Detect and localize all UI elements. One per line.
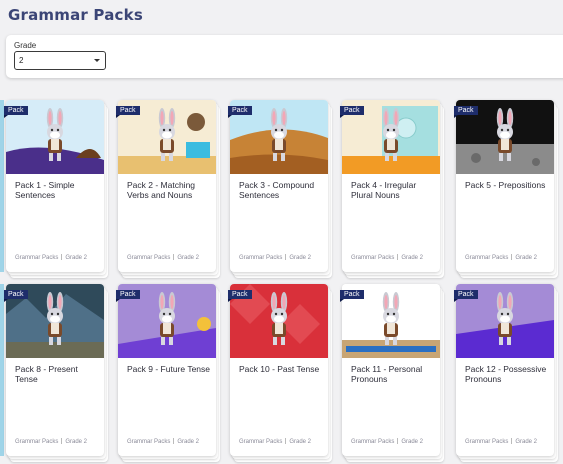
pack-badge: Pack bbox=[340, 106, 364, 118]
card-grade: Grade 2 bbox=[177, 255, 200, 261]
pack-card[interactable]: Pack 1 - Simple Sentences Grammar Packs Gr… bbox=[4, 100, 108, 278]
card-meta: Grammar Packs Grade 2 bbox=[127, 254, 199, 261]
card-title: Pack 11 - Personal Pronouns bbox=[351, 364, 423, 384]
card-face[interactable]: Pack 8 - Present Tense Grammar Packs Grade… bbox=[6, 284, 104, 456]
rabbit-character-icon bbox=[41, 292, 69, 353]
meta-divider bbox=[511, 254, 513, 260]
card-meta: Grammar Packs Grade 2 bbox=[127, 438, 199, 445]
card-face[interactable]: Pack 1 - Simple Sentences Grammar Packs Gr… bbox=[6, 100, 104, 272]
rabbit-character-icon bbox=[491, 292, 519, 353]
pack-card[interactable]: Pack 5 - Prepositions Grammar Packs Grade … bbox=[454, 100, 558, 278]
rabbit-character-icon bbox=[265, 292, 293, 353]
pack-card[interactable]: Pack 8 - Present Tense Grammar Packs Grade… bbox=[4, 284, 108, 462]
meta-divider bbox=[173, 438, 175, 444]
card-category: Grammar Packs bbox=[127, 439, 171, 445]
card-face[interactable]: Pack 11 - Personal Pronouns Grammar Packs… bbox=[342, 284, 440, 456]
card-face[interactable]: Pack 10 - Past Tense Grammar Packs Grade 2 bbox=[230, 284, 328, 456]
pack-badge: Pack bbox=[454, 290, 478, 302]
pack-badge: Pack bbox=[228, 106, 252, 118]
card-meta: Grammar Packs Grade 2 bbox=[15, 254, 87, 261]
card-category: Grammar Packs bbox=[239, 255, 283, 261]
pack-card[interactable]: Pack 9 - Future Tense Grammar Packs Grade … bbox=[116, 284, 220, 462]
card-grade: Grade 2 bbox=[401, 255, 424, 261]
card-title: Pack 8 - Present Tense bbox=[15, 364, 78, 384]
card-category: Grammar Packs bbox=[15, 255, 59, 261]
page-title: Grammar Packs bbox=[8, 6, 143, 24]
card-face[interactable]: Pack 4 - Irregular Plural Nouns Grammar P… bbox=[342, 100, 440, 272]
card-title: Pack 1 - Simple Sentences bbox=[15, 180, 75, 200]
pack-badge: Pack bbox=[228, 290, 252, 302]
card-category: Grammar Packs bbox=[351, 255, 395, 261]
card-title: Pack 9 - Future Tense bbox=[127, 364, 210, 374]
card-title: Pack 5 - Prepositions bbox=[465, 180, 546, 190]
card-grade: Grade 2 bbox=[515, 255, 538, 261]
pack-card[interactable]: Pack 3 - Compound Sentences Grammar Packs… bbox=[228, 100, 332, 278]
rabbit-character-icon bbox=[153, 108, 181, 169]
card-face[interactable]: Pack 9 - Future Tense Grammar Packs Grade … bbox=[118, 284, 216, 456]
card-grade: Grade 2 bbox=[65, 255, 88, 261]
card-title: Pack 12 - Possessive Pronouns bbox=[465, 364, 547, 384]
card-face[interactable]: Pack 12 - Possessive Pronouns Grammar Pac… bbox=[456, 284, 554, 456]
grade-select-value: 2 bbox=[19, 56, 24, 65]
card-category: Grammar Packs bbox=[15, 439, 59, 445]
card-face[interactable]: Pack 3 - Compound Sentences Grammar Packs… bbox=[230, 100, 328, 272]
grade-filter-panel: Grade 2 bbox=[6, 35, 563, 78]
card-grade: Grade 2 bbox=[65, 439, 88, 445]
chevron-down-icon bbox=[94, 59, 100, 62]
meta-divider bbox=[285, 254, 287, 260]
pack-card[interactable]: Pack 2 - Matching Verbs and Nouns Grammar… bbox=[116, 100, 220, 278]
rabbit-character-icon bbox=[377, 292, 405, 353]
card-meta: Grammar Packs Grade 2 bbox=[239, 254, 311, 261]
card-title: Pack 10 - Past Tense bbox=[239, 364, 320, 374]
pack-card[interactable]: Pack 10 - Past Tense Grammar Packs Grade 2… bbox=[228, 284, 332, 462]
pack-card[interactable]: Pack 12 - Possessive Pronouns Grammar Pac… bbox=[454, 284, 558, 462]
card-meta: Grammar Packs Grade 2 bbox=[465, 254, 537, 261]
pack-card[interactable]: Pack 4 - Irregular Plural Nouns Grammar P… bbox=[340, 100, 444, 278]
card-meta: Grammar Packs Grade 2 bbox=[351, 254, 423, 261]
rabbit-character-icon bbox=[491, 108, 519, 169]
pack-badge: Pack bbox=[116, 290, 140, 302]
card-face[interactable]: Pack 5 - Prepositions Grammar Packs Grade … bbox=[456, 100, 554, 272]
card-grade: Grade 2 bbox=[401, 439, 424, 445]
pack-badge: Pack bbox=[340, 290, 364, 302]
pack-badge: Pack bbox=[4, 106, 28, 118]
card-category: Grammar Packs bbox=[127, 255, 171, 261]
card-category: Grammar Packs bbox=[465, 255, 509, 261]
rabbit-character-icon bbox=[265, 108, 293, 169]
rabbit-character-icon bbox=[41, 108, 69, 169]
rabbit-character-icon bbox=[377, 108, 405, 169]
card-grade: Grade 2 bbox=[289, 255, 312, 261]
grade-select[interactable]: 2 bbox=[14, 51, 106, 70]
card-grade: Grade 2 bbox=[289, 439, 312, 445]
card-category: Grammar Packs bbox=[465, 439, 509, 445]
card-face[interactable]: Pack 2 - Matching Verbs and Nouns Grammar… bbox=[118, 100, 216, 272]
card-title: Pack 2 - Matching Verbs and Nouns bbox=[127, 180, 196, 200]
card-meta: Grammar Packs Grade 2 bbox=[239, 438, 311, 445]
pack-badge: Pack bbox=[454, 106, 478, 118]
card-grade: Grade 2 bbox=[177, 439, 200, 445]
meta-divider bbox=[397, 254, 399, 260]
card-meta: Grammar Packs Grade 2 bbox=[465, 438, 537, 445]
card-category: Grammar Packs bbox=[239, 439, 283, 445]
card-meta: Grammar Packs Grade 2 bbox=[351, 438, 423, 445]
scroll-edge-indicator bbox=[0, 284, 4, 456]
pack-card[interactable]: Pack 11 - Personal Pronouns Grammar Packs… bbox=[340, 284, 444, 462]
meta-divider bbox=[61, 438, 63, 444]
meta-divider bbox=[285, 438, 287, 444]
meta-divider bbox=[173, 254, 175, 260]
card-title: Pack 3 - Compound Sentences bbox=[239, 180, 315, 200]
pack-badge: Pack bbox=[4, 290, 28, 302]
card-category: Grammar Packs bbox=[351, 439, 395, 445]
pack-badge: Pack bbox=[116, 106, 140, 118]
card-meta: Grammar Packs Grade 2 bbox=[15, 438, 87, 445]
card-grade: Grade 2 bbox=[515, 439, 538, 445]
meta-divider bbox=[397, 438, 399, 444]
scroll-edge-indicator bbox=[0, 100, 4, 272]
meta-divider bbox=[61, 254, 63, 260]
rabbit-character-icon bbox=[153, 292, 181, 353]
card-title: Pack 4 - Irregular Plural Nouns bbox=[351, 180, 417, 200]
meta-divider bbox=[511, 438, 513, 444]
grade-label: Grade bbox=[14, 41, 37, 50]
